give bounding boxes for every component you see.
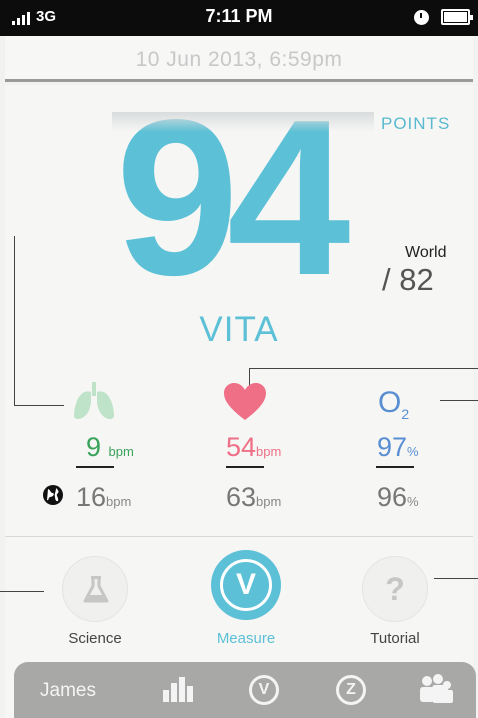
breathing-unit: bpm xyxy=(108,444,134,459)
heart-icon xyxy=(224,383,266,420)
status-bar: 3G 7:11 PM xyxy=(0,0,478,36)
connector-line-left xyxy=(14,236,15,406)
heart-world-number: 63 xyxy=(226,482,257,512)
world-score: / 82 xyxy=(382,262,434,297)
breathing-world-number: 16 xyxy=(76,482,107,512)
tutorial-button[interactable]: ? xyxy=(362,556,428,622)
heart-number: 54 xyxy=(226,432,257,462)
oxygen-unit: % xyxy=(407,444,419,459)
connector-line-tutorial xyxy=(434,578,478,579)
chart-icon[interactable] xyxy=(162,676,194,702)
connector-line-science xyxy=(0,591,44,592)
vita-icon: V xyxy=(220,559,272,611)
oxygen-number: 97 xyxy=(377,432,408,462)
oxygen-icon-letter: O xyxy=(378,386,402,419)
flask-icon xyxy=(83,576,109,603)
vita-label: VITA xyxy=(199,310,279,349)
question-icon: ? xyxy=(385,571,405,607)
oxygen-value: 97% xyxy=(377,432,419,463)
world-label: World xyxy=(405,244,447,261)
oxygen-world-value: 96% xyxy=(377,482,419,513)
connector-line-o2 xyxy=(440,400,478,401)
breathing-number: 9 xyxy=(86,432,102,462)
oxygen-world-number: 96 xyxy=(377,482,408,512)
oxygen-icon-sub: 2 xyxy=(401,406,410,422)
measure-label[interactable]: Measure xyxy=(186,630,306,647)
connector-line-left-h xyxy=(14,405,64,406)
measure-button[interactable]: V xyxy=(211,550,281,620)
breathing-divider xyxy=(76,466,114,468)
oxygen-divider xyxy=(376,466,414,468)
heart-unit: bpm xyxy=(256,444,282,459)
heart-value: 54bpm xyxy=(226,432,281,463)
oxygen-icon: O2 xyxy=(378,388,409,429)
heart-world-unit: bpm xyxy=(256,494,282,509)
alarm-clock-icon xyxy=(414,10,429,25)
section-divider xyxy=(5,536,473,537)
status-time: 7:11 PM xyxy=(205,6,273,26)
lungs-icon xyxy=(74,382,114,420)
vita-tab-glyph: V xyxy=(258,681,270,698)
oxygen-world-unit: % xyxy=(407,494,419,509)
heart-world-value: 63bpm xyxy=(226,482,281,513)
people-icon[interactable] xyxy=(418,674,454,704)
breathing-value: 9 bpm xyxy=(86,432,134,463)
tutorial-label[interactable]: Tutorial xyxy=(335,630,455,647)
measure-glyph: V xyxy=(235,568,256,601)
connector-line-heart-h xyxy=(249,368,478,369)
z-icon[interactable]: Z xyxy=(336,675,366,705)
globe-icon xyxy=(43,485,63,505)
z-tab-glyph: Z xyxy=(346,681,356,698)
battery-icon xyxy=(441,9,473,25)
vita-tab-icon[interactable]: V xyxy=(249,675,279,705)
heart-divider xyxy=(226,466,264,468)
science-button[interactable] xyxy=(62,556,128,622)
science-label[interactable]: Science xyxy=(35,630,155,647)
breathing-world-value: 16bpm xyxy=(76,482,131,513)
tab-user-name[interactable]: James xyxy=(40,680,96,702)
breathing-world-unit: bpm xyxy=(106,494,132,509)
